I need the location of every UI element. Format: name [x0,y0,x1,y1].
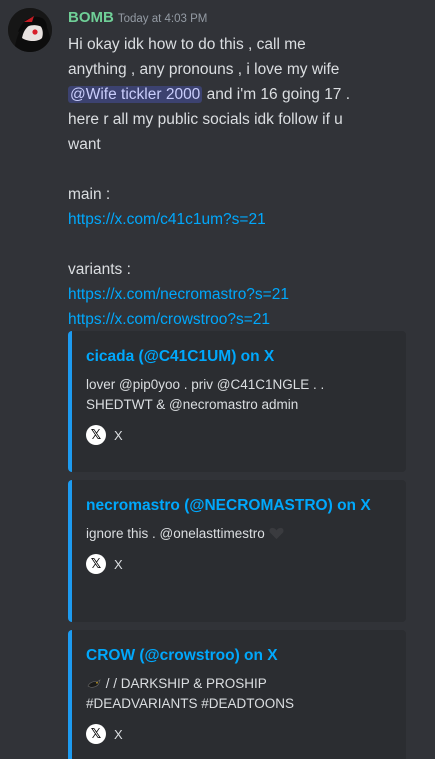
embed-description-line: SHEDTWT & @necromastro admin [86,397,299,412]
embed-description-line: #DEADVARIANTS #DEADTOONS [86,696,295,711]
embed-description-line-with-emoji: / / DARKSHIP & PROSHIP [86,674,392,694]
message-line: anything , any pronouns , i love my wife [68,61,340,78]
embed-footer: 𝕏 X [86,724,392,744]
message-line-with-mention: @Wife tickler 2000 and i'm 16 going 17 . [68,82,418,107]
embed-description-text: ignore this . @onelasttimestro [86,526,265,541]
embed-footer: 𝕏 X [86,425,392,445]
link-embed: CROW (@crowstroo) on X / / DARKSHIP & PR… [68,630,406,759]
embed-description-line: lover @pip0yoo . priv @C41C1NGLE . . [86,377,325,392]
message-line: Hi okay idk how to do this , call me [68,36,306,53]
embed-description-line-with-heart: ignore this . @onelasttimestro [86,524,392,544]
main-link[interactable]: https://x.com/c41c1um?s=21 [68,211,266,228]
link-embed: cicada (@C41C1UM) on X lover @pip0yoo . … [68,331,406,472]
user-avatar[interactable] [8,8,52,52]
embed-provider: X [114,556,123,572]
crow-emoji-icon [87,679,101,688]
variant-link-1[interactable]: https://x.com/necromastro?s=21 [68,286,289,303]
chat-message: BOMB Today at 4:03 PM Hi okay idk how to … [0,0,435,759]
embed-footer: 𝕏 X [86,554,392,574]
embed-provider: X [114,427,123,443]
embed-description: / / DARKSHIP & PROSHIP #DEADVARIANTS #DE… [86,674,392,714]
message-header: BOMB Today at 4:03 PM [68,8,418,28]
embed-title[interactable]: necromastro (@NECROMASTRO) on X [86,494,392,518]
link-embed: necromastro (@NECROMASTRO) on X ignore t… [68,480,406,622]
message-content: BOMB Today at 4:03 PM Hi okay idk how to … [68,8,418,332]
message-line-text: and i'm 16 going 17 . [206,86,351,103]
black-heart-icon [269,527,284,540]
x-logo-icon: 𝕏 [86,554,106,574]
username[interactable]: BOMB [68,9,114,26]
message-line: here r all my public socials idk follow … [68,111,343,128]
x-logo-icon: 𝕏 [86,724,106,744]
message-line: main : [68,186,111,203]
embed-description-text: / / DARKSHIP & PROSHIP [105,676,267,691]
embed-title[interactable]: cicada (@C41C1UM) on X [86,345,392,369]
variant-link-2[interactable]: https://x.com/crowstroo?s=21 [68,311,270,328]
timestamp: Today at 4:03 PM [117,13,208,25]
embed-title[interactable]: CROW (@crowstroo) on X [86,644,392,668]
message-body: Hi okay idk how to do this , call me any… [68,32,418,332]
x-logo-icon: 𝕏 [86,425,106,445]
embed-description: lover @pip0yoo . priv @C41C1NGLE . . SHE… [86,375,392,415]
message-line: want [68,136,101,153]
message-line: variants : [68,261,131,278]
user-mention[interactable]: @Wife tickler 2000 [68,86,203,103]
embed-provider: X [114,726,123,742]
embed-description: ignore this . @onelasttimestro [86,524,392,544]
